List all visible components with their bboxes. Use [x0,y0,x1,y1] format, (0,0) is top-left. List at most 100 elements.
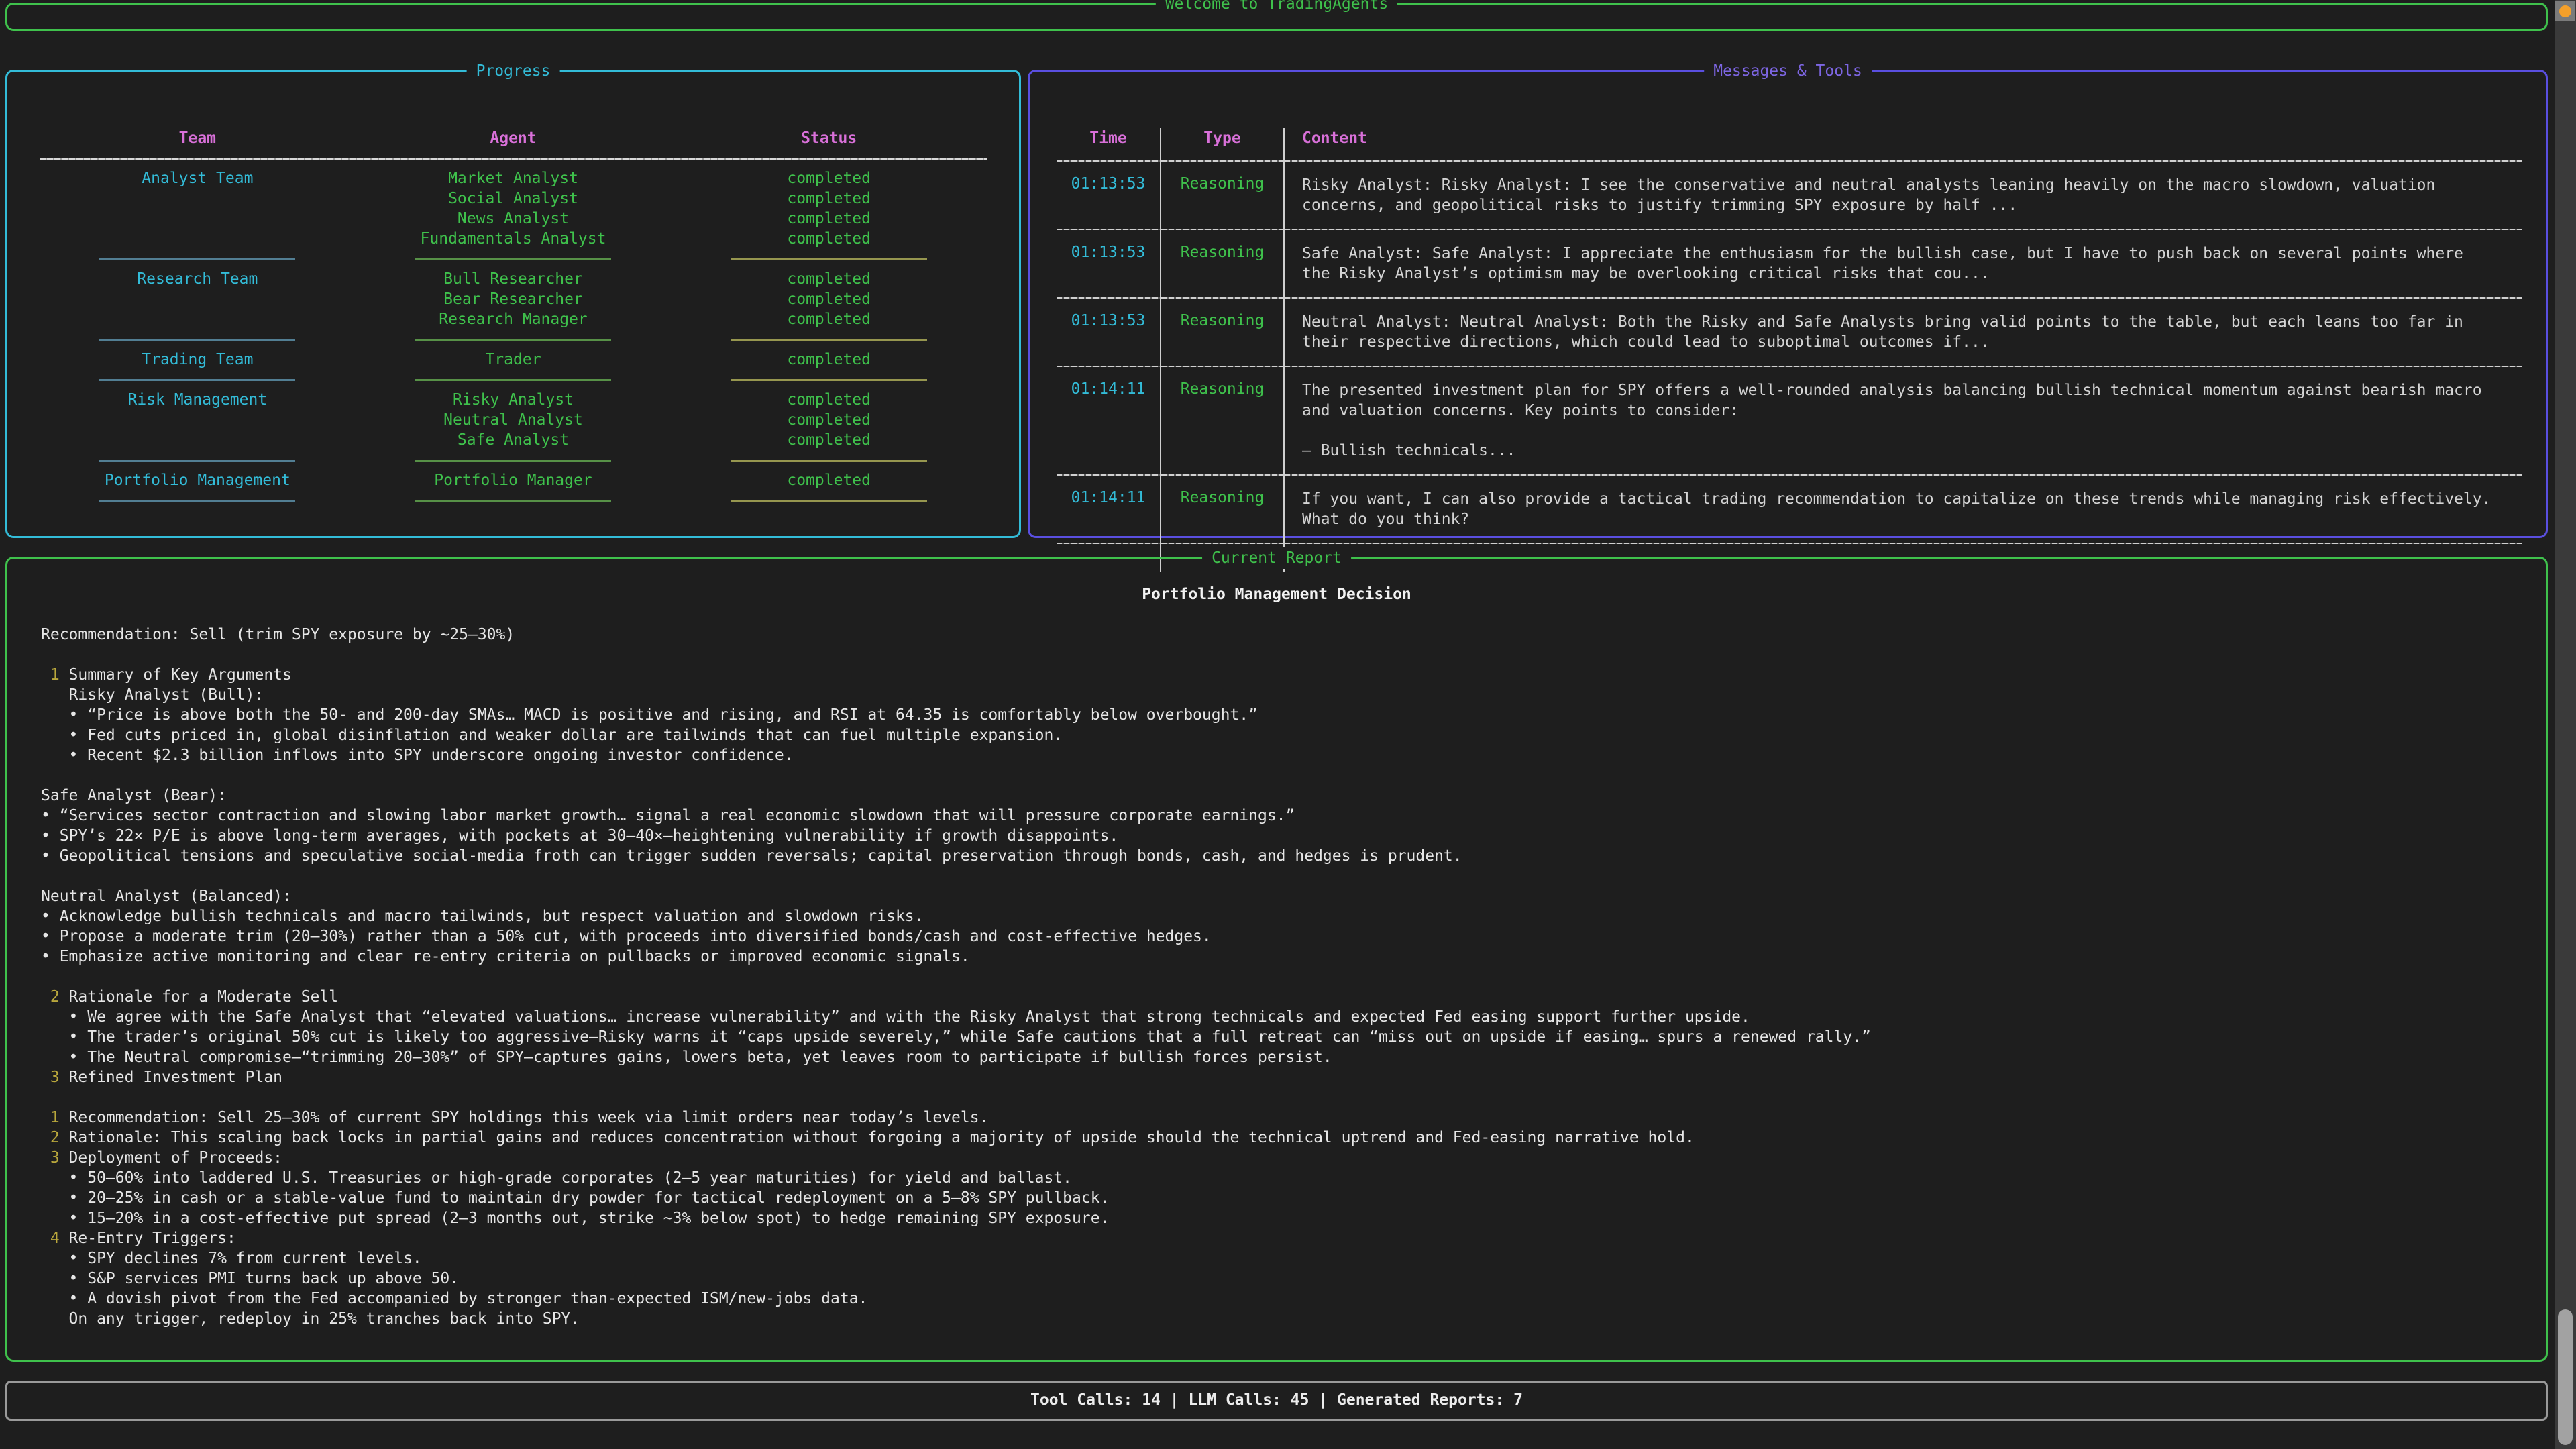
agent-separator-line [415,339,611,341]
report-line: On any trigger, redeploy in 25% tranches… [7,1309,2546,1329]
message-content: The presented investment plan for SPY of… [1283,376,2522,465]
bullet-marker: • [69,727,88,744]
agent-cell: Safe Analyst [356,431,672,449]
bullet-marker: • [69,1169,88,1187]
agent-separator-line [415,379,611,381]
progress-header-row: TeamAgentStatus [40,128,987,148]
message-time: 01:13:53 [1057,308,1160,356]
messages-panel: Messages & Tools TimeTypeContent01:13:53… [1028,70,2548,538]
progress-row: Fundamentals Analystcompleted [40,229,987,249]
progress-row: Safe Analystcompleted [40,430,987,450]
team-cell: Trading Team [40,351,356,368]
message-type: Reasoning [1160,485,1283,533]
scrollbar-top-button[interactable] [2555,1,2575,21]
bullet-marker: • [69,1290,88,1307]
status-separator-line [731,460,927,462]
report-line: 2 Rationale for a Moderate Sell [7,987,2546,1007]
status-cell: completed [671,270,987,288]
agent-cell: News Analyst [356,210,672,227]
report-line: Risky Analyst (Bull): [7,685,2546,705]
agent-cell: Bear Researcher [356,290,672,308]
bullet-marker: • [69,1250,88,1267]
messages-row-separator [1057,356,2522,376]
progress-group-separator [40,249,987,269]
bullet-marker: • [69,706,88,724]
bullet-marker: • [41,847,60,865]
report-line: • 15–20% in a cost-effective put spread … [7,1208,2546,1228]
report-panel-title: Current Report [1202,547,1351,569]
welcome-panel: Welcome to TradingAgents [5,3,2548,31]
report-line: • Propose a moderate trim (20–30%) rathe… [7,926,2546,947]
agent-cell: Market Analyst [356,170,672,187]
terminal-screen: Welcome to TradingAgents Progress TeamAg… [0,0,2576,1449]
messages-row-separator [1057,288,2522,308]
status-separator-line [731,339,927,341]
bullet-marker: • [69,1008,88,1026]
message-row: 01:13:53ReasoningRisky Analyst: Risky An… [1057,171,2522,219]
report-line: • A dovish pivot from the Fed accompanie… [7,1289,2546,1309]
list-number: 4 [50,1230,69,1247]
report-line: • We agree with the Safe Analyst that “e… [7,1007,2546,1027]
report-line [7,765,2546,786]
status-cell: completed [671,391,987,409]
bullet-marker: • [69,1270,88,1287]
list-number: 3 [50,1149,69,1167]
report-line [7,645,2546,665]
messages-column-header: Content [1283,128,2522,151]
message-row: 01:14:11ReasoningThe presented investmen… [1057,376,2522,465]
progress-group-separator [40,450,987,470]
message-time: 01:13:53 [1057,239,1160,288]
bullet-marker: • [41,928,60,945]
list-number: 2 [50,1129,69,1146]
scrollbar-thumb[interactable] [2558,1309,2573,1445]
report-line: 2 Rationale: This scaling back locks in … [7,1128,2546,1148]
report-line: 1 Summary of Key Arguments [7,665,2546,685]
list-number: 1 [50,666,69,684]
progress-group-separator [40,329,987,350]
team-separator-line [99,379,295,381]
status-separator-line [731,258,927,260]
agent-cell: Research Manager [356,311,672,328]
app-title: Welcome to TradingAgents [1156,0,1397,15]
messages-panel-title: Messages & Tools [1704,60,1872,82]
agent-cell: Neutral Analyst [356,411,672,429]
bullet-marker: • [41,807,60,824]
progress-row: Trading TeamTradercompleted [40,350,987,370]
messages-column-header: Type [1160,128,1283,151]
report-line: Recommendation: Sell (trim SPY exposure … [7,625,2546,645]
status-separator-line [731,500,927,502]
team-separator-line [99,460,295,462]
list-number: 2 [50,988,69,1006]
status-separator-line [731,379,927,381]
message-row: 01:13:53ReasoningSafe Analyst: Safe Anal… [1057,239,2522,288]
message-type: Reasoning [1160,376,1283,465]
team-cell: Portfolio Management [40,472,356,489]
progress-row: Bear Researchercompleted [40,289,987,309]
orange-dot-icon [2559,5,2571,17]
message-type: Reasoning [1160,239,1283,288]
report-line: • S&P services PMI turns back up above 5… [7,1269,2546,1289]
status-cell: completed [671,351,987,368]
agent-separator-line [415,500,611,502]
status-cell: completed [671,411,987,429]
bullet-marker: • [41,827,60,845]
team-separator-line [99,258,295,260]
agent-cell: Fundamentals Analyst [356,230,672,248]
report-panel: Current Report Portfolio Management Deci… [5,557,2548,1362]
status-text: Tool Calls: 14 | LLM Calls: 45 | Generat… [7,1383,2546,1417]
bullet-marker: • [69,1189,88,1207]
agent-cell: Bull Researcher [356,270,672,288]
bullet-marker: • [41,948,60,965]
report-line [7,967,2546,987]
report-line: • Acknowledge bullish technicals and mac… [7,906,2546,926]
message-type: Reasoning [1160,171,1283,219]
message-content: Safe Analyst: Safe Analyst: I appreciate… [1283,239,2522,288]
status-cell: completed [671,472,987,489]
scrollbar[interactable] [2555,0,2576,1449]
bullet-marker: • [69,1028,88,1046]
message-content: If you want, I can also provide a tactic… [1283,485,2522,533]
progress-panel: Progress TeamAgentStatusAnalyst TeamMark… [5,70,1021,538]
report-line: • “Price is above both the 50- and 200-d… [7,705,2546,725]
progress-row: Research Managercompleted [40,309,987,329]
report-line: • Fed cuts priced in, global disinflatio… [7,725,2546,745]
